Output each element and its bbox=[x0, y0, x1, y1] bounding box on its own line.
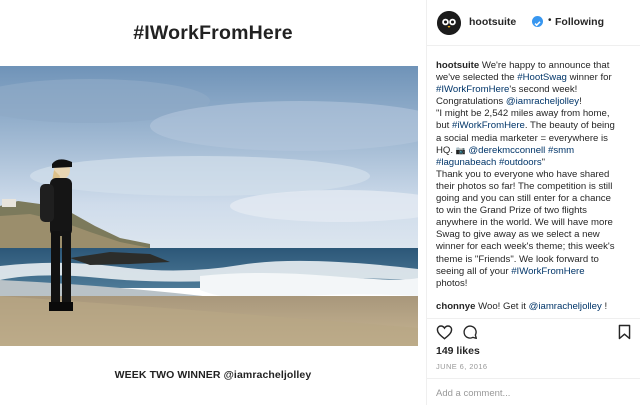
post-sidebar: hootsuite • Following hootsuite We're ha… bbox=[426, 0, 640, 405]
caption-text: "I might be 2,542 miles away from home, bbox=[436, 108, 610, 120]
winner-caption: WEEK TWO WINNER @iamracheljolley bbox=[114, 369, 312, 381]
hashtag-link[interactable]: #lagunabeach bbox=[436, 157, 496, 168]
image-headline: #IWorkFromHere bbox=[133, 22, 293, 44]
caption-text: seeing all of your bbox=[436, 265, 512, 277]
caption-text: HQ. bbox=[436, 144, 456, 156]
comment-icon[interactable] bbox=[462, 324, 478, 345]
caption-text: a social media marketer = everywhere is bbox=[436, 132, 608, 144]
beach-photo bbox=[0, 66, 418, 346]
caption-text: winner for each week's theme; this week'… bbox=[436, 241, 615, 253]
post-image-panel: #IWorkFromHere WEEK TWO WINNER @iamrache… bbox=[0, 0, 426, 405]
hashtag-link[interactable]: #IWorkFromHere bbox=[436, 84, 509, 95]
mention-link[interactable]: @iamracheljolley bbox=[529, 301, 602, 312]
caption-text: " bbox=[541, 156, 546, 168]
post-caption: hootsuite We're happy to announce that w… bbox=[436, 60, 636, 290]
caption-text: theme is "Friends". We look forward to bbox=[436, 253, 599, 265]
caption-text: 's second week! bbox=[509, 84, 578, 96]
separator-dot: • bbox=[548, 15, 552, 26]
hashtag-link[interactable]: #HootSwag bbox=[517, 72, 567, 83]
mention-link[interactable]: @derekmcconnell bbox=[468, 145, 545, 156]
caption-text: their photos so far! The competition is … bbox=[436, 180, 613, 192]
caption-text: but bbox=[436, 120, 453, 132]
heart-icon[interactable] bbox=[436, 324, 453, 345]
caption-text: ! bbox=[579, 96, 582, 108]
hashtag-link[interactable]: #IWorkFromHere bbox=[511, 266, 584, 277]
avatar[interactable] bbox=[437, 11, 461, 35]
caption-text: anywhere in the world. We will have more bbox=[436, 217, 613, 229]
caption-text: we've selected the bbox=[436, 72, 518, 84]
mention-link[interactable]: @iamracheljolley bbox=[506, 96, 579, 107]
hashtag-link[interactable]: #outdoors bbox=[499, 157, 542, 168]
caption-text: Thank you to everyone who have shared bbox=[436, 168, 610, 180]
caption-text: We're happy to announce that bbox=[481, 60, 610, 71]
post-date[interactable]: JUNE 6, 2016 bbox=[436, 362, 488, 371]
caption-text: photos! bbox=[436, 277, 468, 289]
verified-badge-icon bbox=[532, 16, 543, 27]
comment-end: ! bbox=[601, 301, 608, 312]
caption-text: going and you can still enter for a chan… bbox=[436, 193, 611, 205]
caption-username[interactable]: hootsuite bbox=[436, 60, 479, 71]
caption-text: Congratulations bbox=[436, 96, 506, 108]
hashtag-link[interactable]: #iWorkFromHere bbox=[452, 120, 525, 131]
bookmark-icon[interactable] bbox=[618, 324, 631, 345]
add-comment-placeholder[interactable]: Add a comment... bbox=[436, 388, 510, 399]
hashtag-link[interactable]: #smm bbox=[548, 145, 574, 156]
beach-photo-illustration bbox=[0, 66, 418, 346]
caption-text: Swag to give away as we select a new bbox=[436, 229, 600, 241]
post-header: hootsuite • Following bbox=[427, 0, 640, 46]
comment-username[interactable]: chonnye bbox=[436, 301, 475, 312]
camera-emoji-icon: 📷 bbox=[455, 145, 466, 155]
likes-count[interactable]: 149 likes bbox=[436, 345, 480, 357]
owl-logo-icon bbox=[437, 11, 461, 35]
caption-text: to win the Grand Prize of two flights bbox=[436, 205, 587, 217]
author-username[interactable]: hootsuite bbox=[469, 16, 516, 28]
comment-text: Woo! Get it bbox=[478, 301, 529, 312]
add-comment-field[interactable]: Add a comment... bbox=[427, 378, 640, 405]
caption-text: winner for bbox=[566, 72, 612, 84]
comment-row: chonnye Woo! Get it @iamracheljolley ! bbox=[436, 301, 640, 313]
following-button[interactable]: Following bbox=[555, 16, 604, 28]
caption-text: . The beauty of being bbox=[524, 120, 615, 132]
action-bar bbox=[427, 318, 640, 344]
